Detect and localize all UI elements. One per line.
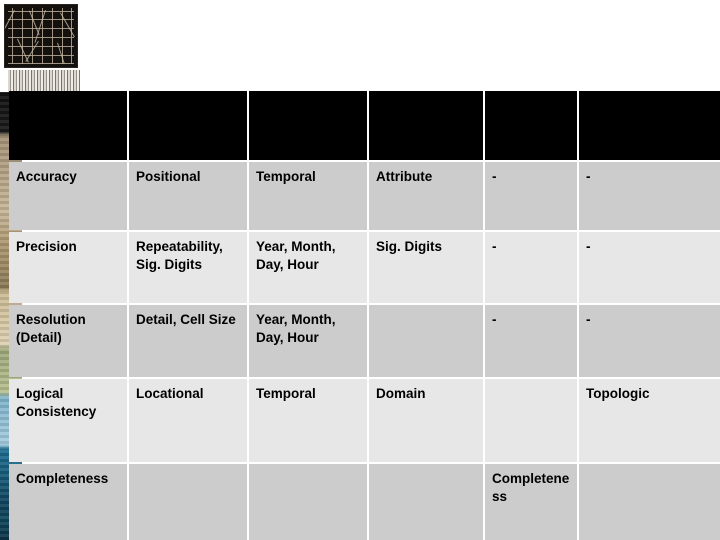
data-quality-matrix-table: Space Time Attribute Scale Relationships…	[7, 89, 720, 540]
cell-resolution-attribute	[369, 305, 483, 377]
column-header-time: Time	[249, 91, 367, 160]
cell-accuracy-attribute: Attribute	[369, 162, 483, 230]
cell-completeness-space	[129, 464, 247, 540]
cell-completeness-scale: Completeness	[485, 464, 577, 540]
table-row: Precision Repeatability, Sig. Digits Yea…	[9, 232, 720, 303]
cell-resolution-scale: -	[485, 305, 577, 377]
table-row: Resolution (Detail) Detail, Cell Size Ye…	[9, 305, 720, 377]
row-label-completeness: Completeness	[9, 464, 127, 540]
cell-accuracy-time: Temporal	[249, 162, 367, 230]
row-label-accuracy: Accuracy	[9, 162, 127, 230]
column-header-relationships: Relationships	[579, 91, 720, 160]
column-header-space: Space	[129, 91, 247, 160]
cell-resolution-time: Year, Month, Day, Hour	[249, 305, 367, 377]
cell-logical-consistency-space: Locational	[129, 379, 247, 462]
column-header-attribute: Attribute	[369, 91, 483, 160]
cell-precision-space: Repeatability, Sig. Digits	[129, 232, 247, 303]
cell-accuracy-scale: -	[485, 162, 577, 230]
row-label-precision: Precision	[9, 232, 127, 303]
cell-logical-consistency-scale	[485, 379, 577, 462]
cell-precision-attribute: Sig. Digits	[369, 232, 483, 303]
cell-logical-consistency-relationships: Topologic	[579, 379, 720, 462]
table-row: Completeness Completeness	[9, 464, 720, 540]
cell-accuracy-space: Positional	[129, 162, 247, 230]
slide-canvas: Space Time Attribute Scale Relationships…	[0, 0, 720, 540]
table-row: Accuracy Positional Temporal Attribute -…	[9, 162, 720, 230]
cell-logical-consistency-attribute: Domain	[369, 379, 483, 462]
cell-completeness-relationships	[579, 464, 720, 540]
cell-resolution-space: Detail, Cell Size	[129, 305, 247, 377]
network-grid-thumbnail-image	[4, 4, 78, 68]
row-label-resolution: Resolution (Detail)	[9, 305, 127, 377]
cell-logical-consistency-time: Temporal	[249, 379, 367, 462]
cell-accuracy-relationships: -	[579, 162, 720, 230]
table-header-row: Space Time Attribute Scale Relationships	[9, 91, 720, 160]
column-header-corner	[9, 91, 127, 160]
cell-completeness-attribute	[369, 464, 483, 540]
cell-completeness-time	[249, 464, 367, 540]
row-label-logical-consistency: Logical Consistency	[9, 379, 127, 462]
cell-precision-relationships: -	[579, 232, 720, 303]
cell-precision-time: Year, Month, Day, Hour	[249, 232, 367, 303]
cell-precision-scale: -	[485, 232, 577, 303]
column-header-scale: Scale	[485, 91, 577, 160]
table-row: Logical Consistency Locational Temporal …	[9, 379, 720, 462]
cell-resolution-relationships: -	[579, 305, 720, 377]
